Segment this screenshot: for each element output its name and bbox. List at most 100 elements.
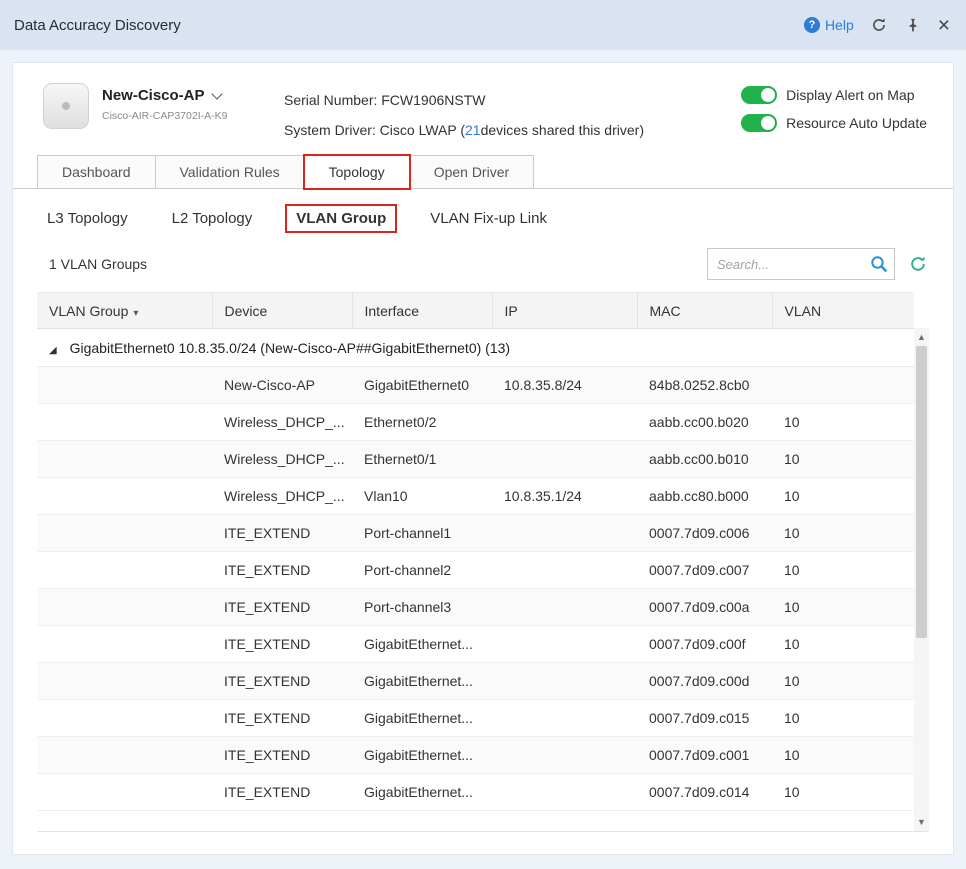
system-driver: System Driver: Cisco LWAP ( 21 devices s…: [284, 115, 644, 145]
column-header-ip[interactable]: IP: [492, 293, 637, 329]
main-panel: New-Cisco-AP Cisco-AIR-CAP3702I-A-K9 Ser…: [12, 62, 954, 855]
refresh-table-icon[interactable]: [907, 253, 929, 275]
cell-interface: Port-channel1: [352, 515, 492, 552]
table-row[interactable]: Wireless_DHCP_... Ethernet0/1 aabb.cc00.…: [37, 441, 914, 478]
search-box: [707, 248, 895, 280]
cell-interface: Port-channel3: [352, 589, 492, 626]
table-row[interactable]: ITE_EXTEND GigabitEthernet... 0007.7d09.…: [37, 663, 914, 700]
table-row[interactable]: Wireless_DHCP_... Vlan10 10.8.35.1/24 aa…: [37, 478, 914, 515]
cell-mac: 0007.7d09.c015: [637, 700, 772, 737]
shared-driver-count-link[interactable]: 21: [465, 122, 481, 138]
display-alert-toggle[interactable]: [741, 86, 777, 104]
sort-desc-icon: ▾: [133, 308, 138, 319]
subtab-l3-topology[interactable]: L3 Topology: [37, 205, 138, 232]
column-header-mac[interactable]: MAC: [637, 293, 772, 329]
cell-mac: 0007.7d09.c00d: [637, 663, 772, 700]
search-icon[interactable]: [869, 254, 889, 277]
cell-vlan-group: [37, 441, 212, 478]
close-icon[interactable]: ×: [938, 15, 950, 36]
device-model: Cisco-AIR-CAP3702I-A-K9: [102, 110, 254, 122]
tab-dashboard[interactable]: Dashboard: [37, 155, 156, 189]
cell-ip: [492, 774, 637, 811]
cell-vlan: 10: [772, 552, 914, 589]
resource-auto-update-label: Resource Auto Update: [786, 115, 927, 131]
vertical-scrollbar[interactable]: ▲ ▼: [914, 328, 929, 831]
subtab-l2-topology[interactable]: L2 Topology: [162, 205, 263, 232]
cell-ip: [492, 404, 637, 441]
cell-vlan-group: [37, 700, 212, 737]
device-info: Serial Number: FCW1906NSTW System Driver…: [284, 83, 644, 145]
column-header-interface[interactable]: Interface: [352, 293, 492, 329]
scroll-down-icon[interactable]: ▼: [914, 814, 929, 830]
toggle-group: Display Alert on Map Resource Auto Updat…: [741, 83, 927, 132]
cell-vlan-group: [37, 367, 212, 404]
subtab-vlan-group[interactable]: VLAN Group: [286, 205, 396, 232]
scrollbar-thumb[interactable]: [916, 346, 927, 638]
column-header-vlan[interactable]: VLAN: [772, 293, 914, 329]
cell-interface: Ethernet0/1: [352, 441, 492, 478]
cell-ip: 10.8.35.1/24: [492, 478, 637, 515]
cell-device: ITE_EXTEND: [212, 626, 352, 663]
cell-ip: [492, 441, 637, 478]
device-identity: New-Cisco-AP Cisco-AIR-CAP3702I-A-K9: [102, 83, 254, 122]
table-toolbar: 1 VLAN Groups: [13, 242, 953, 292]
cell-vlan-group: [37, 737, 212, 774]
cell-mac: 0007.7d09.c00a: [637, 589, 772, 626]
table-row[interactable]: ITE_EXTEND Port-channel1 0007.7d09.c006 …: [37, 515, 914, 552]
cell-vlan-group: [37, 774, 212, 811]
cell-vlan-group: [37, 404, 212, 441]
table-row[interactable]: ITE_EXTEND GigabitEthernet... 0007.7d09.…: [37, 700, 914, 737]
refresh-window-icon[interactable]: [870, 16, 888, 34]
tab-topology[interactable]: Topology: [304, 155, 410, 189]
help-button[interactable]: ? Help: [804, 17, 854, 33]
cell-mac: 0007.7d09.c001: [637, 737, 772, 774]
subtab-vlan-fixup-link[interactable]: VLAN Fix-up Link: [420, 205, 557, 232]
help-label: Help: [825, 17, 854, 33]
main-tabstrip: Dashboard Validation Rules Topology Open…: [13, 155, 953, 189]
table-row[interactable]: New-Cisco-AP GigabitEthernet0 10.8.35.8/…: [37, 367, 914, 404]
vlan-group-header-row[interactable]: ◢ GigabitEthernet0 10.8.35.0/24 (New-Cis…: [37, 329, 914, 367]
cell-ip: [492, 515, 637, 552]
driver-text-suffix: devices shared this driver): [481, 122, 644, 138]
cell-vlan: 10: [772, 626, 914, 663]
cell-vlan-group: [37, 552, 212, 589]
cell-interface: GigabitEthernet0: [352, 367, 492, 404]
column-header-device[interactable]: Device: [212, 293, 352, 329]
device-type-icon: [43, 83, 89, 129]
tab-open-driver[interactable]: Open Driver: [409, 155, 534, 189]
cell-device: ITE_EXTEND: [212, 515, 352, 552]
cell-interface: GigabitEthernet...: [352, 737, 492, 774]
cell-device: ITE_EXTEND: [212, 552, 352, 589]
device-name-dropdown[interactable]: New-Cisco-AP: [102, 87, 254, 104]
table-row[interactable]: ITE_EXTEND GigabitEthernet... 0007.7d09.…: [37, 774, 914, 811]
pin-icon[interactable]: [904, 16, 922, 34]
cell-mac: aabb.cc00.b020: [637, 404, 772, 441]
cell-vlan-group: [37, 478, 212, 515]
resource-auto-update-toggle[interactable]: [741, 114, 777, 132]
table-row[interactable]: ITE_EXTEND Port-channel3 0007.7d09.c00a …: [37, 589, 914, 626]
cell-interface: GigabitEthernet...: [352, 774, 492, 811]
cell-interface: Port-channel2: [352, 552, 492, 589]
table-row[interactable]: Wireless_DHCP_... Ethernet0/2 aabb.cc00.…: [37, 404, 914, 441]
cell-ip: [492, 626, 637, 663]
help-icon: ?: [804, 17, 820, 33]
scroll-up-icon[interactable]: ▲: [914, 329, 929, 345]
device-header: New-Cisco-AP Cisco-AIR-CAP3702I-A-K9 Ser…: [13, 63, 953, 145]
cell-interface: GigabitEthernet...: [352, 700, 492, 737]
search-input[interactable]: [708, 249, 894, 279]
column-header-vlan-group[interactable]: VLAN Group▾: [37, 293, 212, 329]
cell-vlan: 10: [772, 774, 914, 811]
table-row[interactable]: ITE_EXTEND GigabitEthernet... 0007.7d09.…: [37, 737, 914, 774]
table-row[interactable]: ITE_EXTEND GigabitEthernet... 0007.7d09.…: [37, 626, 914, 663]
vlan-group-count: 1 VLAN Groups: [49, 256, 147, 272]
cell-vlan: 10: [772, 663, 914, 700]
collapse-group-icon[interactable]: ◢: [49, 345, 57, 356]
cell-vlan-group: [37, 515, 212, 552]
toolbar-right: [707, 248, 929, 280]
tab-validation-rules[interactable]: Validation Rules: [155, 155, 305, 189]
display-alert-toggle-row: Display Alert on Map: [741, 86, 927, 104]
cell-vlan-group: [37, 589, 212, 626]
table-row[interactable]: ITE_EXTEND Port-channel2 0007.7d09.c007 …: [37, 552, 914, 589]
cell-device: Wireless_DHCP_...: [212, 478, 352, 515]
vlan-group-title: GigabitEthernet0 10.8.35.0/24 (New-Cisco…: [70, 340, 510, 356]
